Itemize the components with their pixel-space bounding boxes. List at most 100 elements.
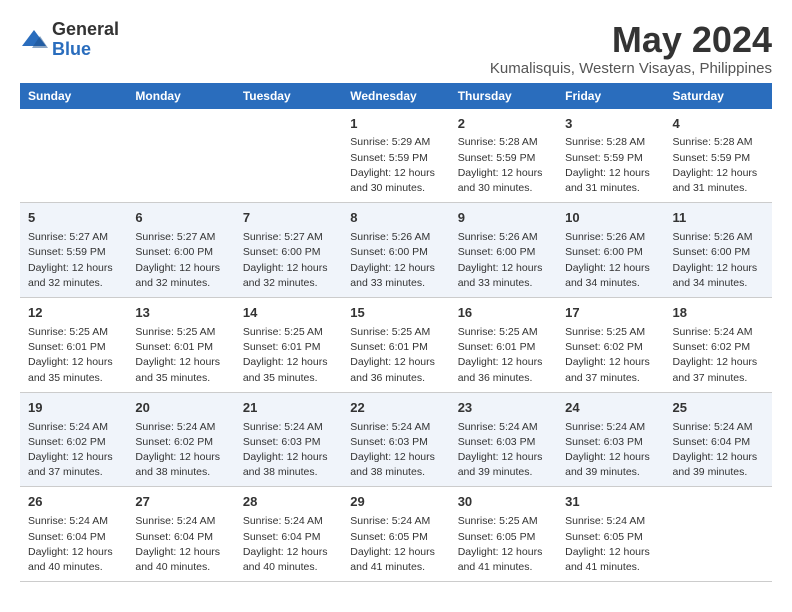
calendar-cell: 22Sunrise: 5:24 AM Sunset: 6:03 PM Dayli… xyxy=(342,392,449,487)
day-info: Sunrise: 5:28 AM Sunset: 5:59 PM Dayligh… xyxy=(565,135,656,196)
calendar-cell: 31 Sunrise: 5:24 AM Sunset: 6:05 PM Dayli… xyxy=(557,487,664,582)
day-info: Sunrise: 5:29 AM Sunset: 5:59 PM Dayligh… xyxy=(350,135,441,196)
calendar-cell: 29 Sunrise: 5:24 AM Sunset: 6:05 PM Dayli… xyxy=(342,487,449,582)
day-info: Sunrise: 5:24 AM Sunset: 6:03 PM Dayligh… xyxy=(458,420,549,481)
calendar-cell: 12 Sunrise: 5:25 AM Sunset: 6:01 PM Dayli… xyxy=(20,298,127,393)
day-number: 3 xyxy=(565,115,656,134)
day-number: 4 xyxy=(673,115,764,134)
day-info: Sunrise: 5:28 AM Sunset: 5:59 PM Dayligh… xyxy=(673,135,764,196)
calendar-cell: 11 Sunrise: 5:26 AM Sunset: 6:00 PM Dayli… xyxy=(665,203,772,298)
day-info: Sunrise: 5:24 AM Sunset: 6:02 PM Dayligh… xyxy=(135,420,226,481)
location: Kumalisquis, Western Visayas, Philippine… xyxy=(490,60,772,77)
calendar-week-row: 12 Sunrise: 5:25 AM Sunset: 6:01 PM Dayli… xyxy=(20,298,772,393)
day-info: Sunrise: 5:24 AM Sunset: 6:05 PM Dayligh… xyxy=(350,514,441,575)
day-number: 30 xyxy=(458,493,549,512)
calendar-cell: 6Sunrise: 5:27 AM Sunset: 6:00 PM Daylig… xyxy=(127,203,234,298)
day-info: Sunrise: 5:25 AM Sunset: 6:01 PM Dayligh… xyxy=(350,325,441,386)
weekday-header: Thursday xyxy=(450,83,557,109)
weekday-header: Sunday xyxy=(20,83,127,109)
day-info: Sunrise: 5:25 AM Sunset: 6:02 PM Dayligh… xyxy=(565,325,656,386)
weekday-header-row: SundayMondayTuesdayWednesdayThursdayFrid… xyxy=(20,83,772,109)
day-info: Sunrise: 5:25 AM Sunset: 6:01 PM Dayligh… xyxy=(243,325,334,386)
calendar-table: SundayMondayTuesdayWednesdayThursdayFrid… xyxy=(20,83,772,583)
calendar-cell: 13 Sunrise: 5:25 AM Sunset: 6:01 PM Dayli… xyxy=(127,298,234,393)
day-number: 14 xyxy=(243,304,334,323)
day-number: 28 xyxy=(243,493,334,512)
day-info: Sunrise: 5:25 AM Sunset: 6:01 PM Dayligh… xyxy=(28,325,119,386)
calendar-cell: 10Sunrise: 5:26 AM Sunset: 6:00 PM Dayli… xyxy=(557,203,664,298)
calendar-cell: 16Sunrise: 5:25 AM Sunset: 6:01 PM Dayli… xyxy=(450,298,557,393)
weekday-header: Tuesday xyxy=(235,83,342,109)
calendar-cell: 8 Sunrise: 5:26 AM Sunset: 6:00 PM Daylig… xyxy=(342,203,449,298)
calendar-cell: 26Sunrise: 5:24 AM Sunset: 6:04 PM Dayli… xyxy=(20,487,127,582)
day-number: 2 xyxy=(458,115,549,134)
calendar-week-row: 26Sunrise: 5:24 AM Sunset: 6:04 PM Dayli… xyxy=(20,487,772,582)
day-info: Sunrise: 5:24 AM Sunset: 6:04 PM Dayligh… xyxy=(673,420,764,481)
calendar-cell: 3Sunrise: 5:28 AM Sunset: 5:59 PM Daylig… xyxy=(557,109,664,203)
calendar-cell xyxy=(235,109,342,203)
day-info: Sunrise: 5:28 AM Sunset: 5:59 PM Dayligh… xyxy=(458,135,549,196)
logo: General Blue xyxy=(20,20,119,60)
day-number: 11 xyxy=(673,209,764,228)
calendar-cell: 30Sunrise: 5:25 AM Sunset: 6:05 PM Dayli… xyxy=(450,487,557,582)
calendar-cell: 18Sunrise: 5:24 AM Sunset: 6:02 PM Dayli… xyxy=(665,298,772,393)
day-info: Sunrise: 5:26 AM Sunset: 6:00 PM Dayligh… xyxy=(565,230,656,291)
weekday-header: Wednesday xyxy=(342,83,449,109)
calendar-cell: 24 Sunrise: 5:24 AM Sunset: 6:03 PM Dayli… xyxy=(557,392,664,487)
weekday-header: Monday xyxy=(127,83,234,109)
day-info: Sunrise: 5:24 AM Sunset: 6:04 PM Dayligh… xyxy=(135,514,226,575)
day-info: Sunrise: 5:26 AM Sunset: 6:00 PM Dayligh… xyxy=(350,230,441,291)
day-number: 16 xyxy=(458,304,549,323)
calendar-cell: 19 Sunrise: 5:24 AM Sunset: 6:02 PM Dayli… xyxy=(20,392,127,487)
title-block: May 2024 Kumalisquis, Western Visayas, P… xyxy=(490,20,772,77)
day-info: Sunrise: 5:24 AM Sunset: 6:04 PM Dayligh… xyxy=(243,514,334,575)
day-number: 29 xyxy=(350,493,441,512)
calendar-cell: 25 Sunrise: 5:24 AM Sunset: 6:04 PM Dayli… xyxy=(665,392,772,487)
calendar-cell: 14 Sunrise: 5:25 AM Sunset: 6:01 PM Dayli… xyxy=(235,298,342,393)
logo-general: General xyxy=(52,19,119,39)
day-number: 20 xyxy=(135,399,226,418)
day-info: Sunrise: 5:24 AM Sunset: 6:05 PM Dayligh… xyxy=(565,514,656,575)
day-info: Sunrise: 5:27 AM Sunset: 6:00 PM Dayligh… xyxy=(243,230,334,291)
calendar-cell: 21Sunrise: 5:24 AM Sunset: 6:03 PM Dayli… xyxy=(235,392,342,487)
day-number: 17 xyxy=(565,304,656,323)
day-info: Sunrise: 5:25 AM Sunset: 6:01 PM Dayligh… xyxy=(135,325,226,386)
day-number: 15 xyxy=(350,304,441,323)
day-number: 9 xyxy=(458,209,549,228)
day-number: 25 xyxy=(673,399,764,418)
day-number: 12 xyxy=(28,304,119,323)
calendar-week-row: 19 Sunrise: 5:24 AM Sunset: 6:02 PM Dayli… xyxy=(20,392,772,487)
calendar-cell: 4Sunrise: 5:28 AM Sunset: 5:59 PM Daylig… xyxy=(665,109,772,203)
calendar-cell: 5 Sunrise: 5:27 AM Sunset: 5:59 PM Daylig… xyxy=(20,203,127,298)
weekday-header: Friday xyxy=(557,83,664,109)
calendar-week-row: 1Sunrise: 5:29 AM Sunset: 5:59 PM Daylig… xyxy=(20,109,772,203)
calendar-cell: 23Sunrise: 5:24 AM Sunset: 6:03 PM Dayli… xyxy=(450,392,557,487)
day-number: 21 xyxy=(243,399,334,418)
calendar-cell: 1Sunrise: 5:29 AM Sunset: 5:59 PM Daylig… xyxy=(342,109,449,203)
calendar-week-row: 5 Sunrise: 5:27 AM Sunset: 5:59 PM Daylig… xyxy=(20,203,772,298)
calendar-cell xyxy=(665,487,772,582)
calendar-cell: 15 Sunrise: 5:25 AM Sunset: 6:01 PM Dayli… xyxy=(342,298,449,393)
day-number: 8 xyxy=(350,209,441,228)
calendar-cell: 28 Sunrise: 5:24 AM Sunset: 6:04 PM Dayli… xyxy=(235,487,342,582)
day-number: 24 xyxy=(565,399,656,418)
calendar-cell: 7Sunrise: 5:27 AM Sunset: 6:00 PM Daylig… xyxy=(235,203,342,298)
day-info: Sunrise: 5:24 AM Sunset: 6:04 PM Dayligh… xyxy=(28,514,119,575)
logo-blue: Blue xyxy=(52,39,91,59)
day-info: Sunrise: 5:27 AM Sunset: 5:59 PM Dayligh… xyxy=(28,230,119,291)
day-number: 5 xyxy=(28,209,119,228)
day-number: 22 xyxy=(350,399,441,418)
day-info: Sunrise: 5:27 AM Sunset: 6:00 PM Dayligh… xyxy=(135,230,226,291)
day-number: 19 xyxy=(28,399,119,418)
day-number: 1 xyxy=(350,115,441,134)
day-info: Sunrise: 5:24 AM Sunset: 6:02 PM Dayligh… xyxy=(28,420,119,481)
calendar-cell: 20 Sunrise: 5:24 AM Sunset: 6:02 PM Dayli… xyxy=(127,392,234,487)
page-header: General Blue May 2024 Kumalisquis, Weste… xyxy=(20,20,772,77)
day-number: 18 xyxy=(673,304,764,323)
calendar-cell: 17 Sunrise: 5:25 AM Sunset: 6:02 PM Dayli… xyxy=(557,298,664,393)
day-number: 31 xyxy=(565,493,656,512)
day-info: Sunrise: 5:26 AM Sunset: 6:00 PM Dayligh… xyxy=(673,230,764,291)
calendar-cell: 27Sunrise: 5:24 AM Sunset: 6:04 PM Dayli… xyxy=(127,487,234,582)
day-info: Sunrise: 5:24 AM Sunset: 6:03 PM Dayligh… xyxy=(565,420,656,481)
day-number: 13 xyxy=(135,304,226,323)
